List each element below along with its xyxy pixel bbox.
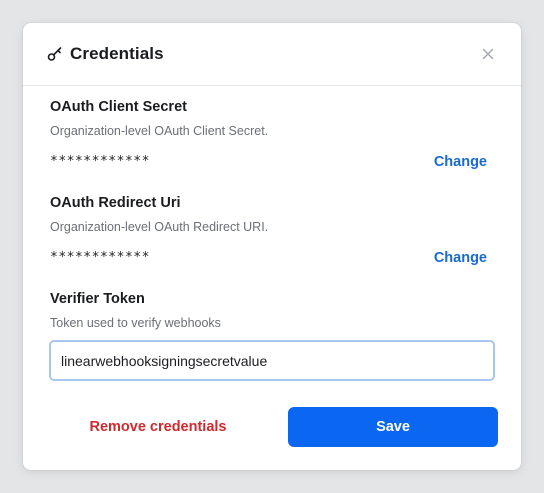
close-icon	[482, 48, 494, 60]
dialog-title: Credentials	[70, 44, 164, 63]
client-secret-change-link[interactable]: Change	[434, 154, 487, 170]
verifier-token-description: Token used to verify webhooks	[50, 316, 221, 330]
dialog-header: Credentials	[23, 23, 521, 86]
close-button[interactable]	[479, 45, 497, 63]
redirect-uri-change-link[interactable]: Change	[434, 250, 487, 266]
credentials-dialog: Credentials OAuth Client Secret Organiza…	[23, 23, 521, 470]
client-secret-description: Organization-level OAuth Client Secret.	[50, 124, 269, 138]
client-secret-title: OAuth Client Secret	[50, 99, 187, 115]
save-button[interactable]: Save	[288, 407, 498, 447]
redirect-uri-title: OAuth Redirect Uri	[50, 195, 181, 211]
remove-credentials-button[interactable]: Remove credentials	[65, 407, 251, 447]
verifier-token-title: Verifier Token	[50, 291, 145, 307]
client-secret-masked-value: ************	[50, 154, 150, 169]
redirect-uri-description: Organization-level OAuth Redirect URI.	[50, 220, 269, 234]
dialog-body: OAuth Client Secret Organization-level O…	[23, 87, 521, 470]
verifier-token-input[interactable]	[49, 340, 495, 381]
redirect-uri-masked-value: ************	[50, 250, 150, 265]
key-icon	[47, 46, 63, 62]
